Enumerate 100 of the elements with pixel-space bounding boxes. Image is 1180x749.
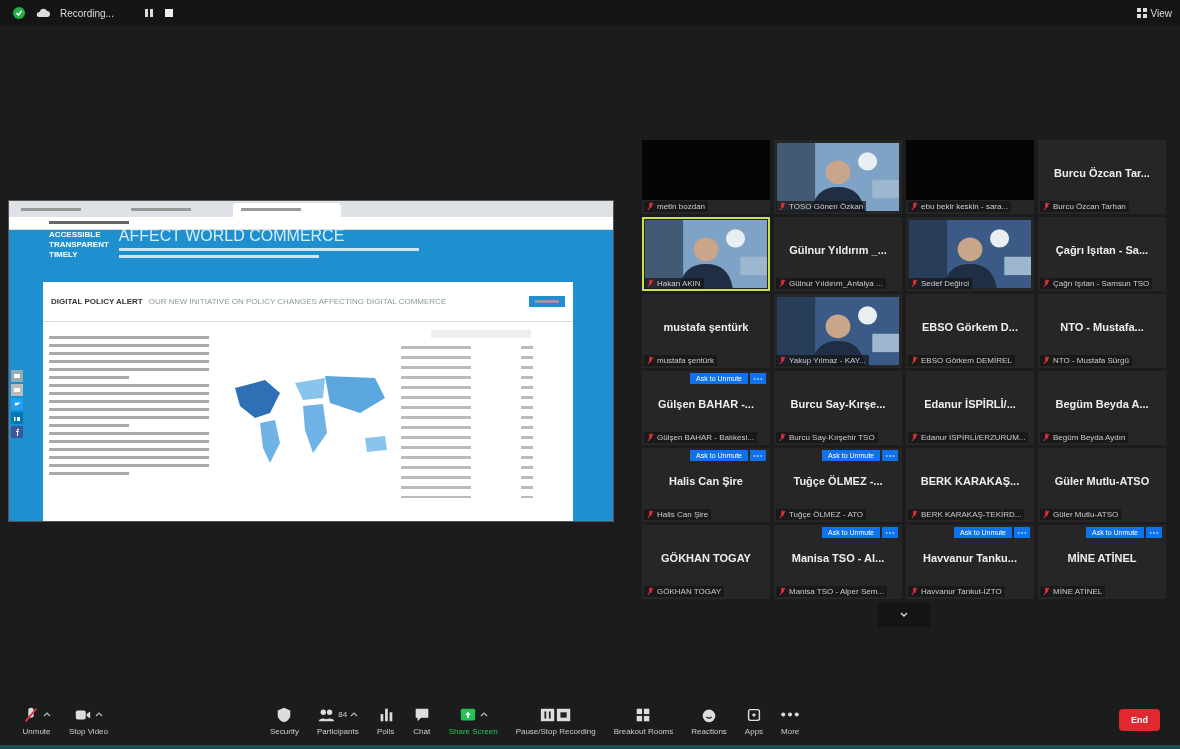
- more-options-button[interactable]: [1014, 527, 1030, 538]
- alert-title: DIGITAL POLICY ALERT: [51, 296, 143, 306]
- muted-mic-icon: [1043, 510, 1050, 519]
- participant-label: Havvanur Tankut-İZTO: [921, 587, 1002, 596]
- linkedin-icon[interactable]: [11, 411, 23, 424]
- muted-mic-icon: [779, 510, 786, 519]
- participant-name: mustafa şentürk: [663, 321, 749, 333]
- participant-label: MİNE ATİNEL: [1053, 587, 1103, 596]
- toolbar-button[interactable]: Apps: [742, 702, 766, 738]
- participant-label: Burcu Say-Kırşehir TSO: [789, 433, 875, 442]
- toolbar-button[interactable]: More: [779, 702, 802, 738]
- feature-label: ACCESSIBLE: [49, 229, 102, 240]
- end-button[interactable]: End: [1119, 709, 1160, 731]
- muted-mic-icon: [779, 279, 786, 288]
- caret-icon[interactable]: [95, 711, 103, 718]
- muted-mic-icon: [647, 279, 654, 288]
- toolbar-button[interactable]: Reactions: [689, 702, 729, 738]
- muted-mic-icon: [911, 510, 918, 519]
- email-icon[interactable]: [11, 383, 23, 396]
- muted-mic-icon: [911, 279, 918, 288]
- muted-mic-icon: [22, 705, 40, 724]
- alert-subtitle: OUR NEW INITIATIVE ON POLICY CHANGES AFFECTING DIGITAL COMMERCE: [148, 296, 447, 306]
- hero-title: AFFECT WORLD COMMERCE: [118, 227, 346, 243]
- feature-label: TRANSPARENT: [49, 239, 109, 250]
- toolbar-button[interactable]: Unmute: [20, 702, 53, 738]
- toolbar-button[interactable]: Chat: [410, 702, 433, 738]
- participant-label: Manisa TSO - Alper Sem...: [789, 587, 884, 596]
- muted-mic-icon: [911, 356, 918, 365]
- participant-name: Tuğçe ÖLMEZ -...: [793, 475, 883, 487]
- muted-mic-icon: [1043, 202, 1050, 211]
- browser-tab[interactable]: [233, 202, 341, 217]
- more-icon: [781, 712, 800, 717]
- more-icon: [753, 453, 763, 458]
- muted-mic-icon: [647, 510, 654, 519]
- participant-name: Burcu Say-Kırşe...: [790, 398, 886, 410]
- participant-name: MİNE ATİNEL: [1067, 552, 1137, 564]
- toolbar-button[interactable]: Share Screen: [446, 702, 500, 738]
- muted-mic-icon: [1043, 279, 1050, 288]
- participant-label: BERK KARAKAŞ-TEKİRD...: [921, 510, 1022, 519]
- muted-mic-icon: [911, 433, 918, 442]
- more-icon: [1149, 530, 1159, 535]
- bird-icon[interactable]: [11, 397, 23, 410]
- toolbar-button[interactable]: 84 Participants: [314, 702, 361, 738]
- muted-mic-icon: [647, 587, 654, 596]
- participant-label: NTO - Mustafa Sürgü: [1053, 356, 1129, 365]
- participant-name: Edanur İSPİRLİ/...: [924, 398, 1016, 410]
- more-options-button[interactable]: [1146, 527, 1162, 538]
- more-options-button[interactable]: [750, 450, 766, 461]
- grid-icon: [1136, 8, 1147, 18]
- toolbar-button[interactable]: Security: [268, 702, 301, 738]
- muted-mic-icon: [779, 356, 786, 365]
- facebook-icon[interactable]: [11, 425, 23, 438]
- share-icon[interactable]: [11, 369, 23, 382]
- participant-label: Begüm Beyda Aydın: [1053, 433, 1126, 442]
- muted-mic-icon: [647, 433, 654, 442]
- more-options-button[interactable]: [882, 527, 898, 538]
- participant-name: GÖKHAN TOGAY: [661, 552, 751, 564]
- read-more-button[interactable]: [529, 295, 565, 307]
- more-icon: [885, 453, 895, 458]
- participant-label: Sedef Değirci: [921, 279, 970, 288]
- more-options-button[interactable]: [750, 373, 766, 384]
- participant-name: Havvanur Tanku...: [923, 552, 1017, 564]
- muted-mic-icon: [911, 587, 918, 596]
- toolbar-button[interactable]: Stop Video: [67, 702, 110, 738]
- participant-name: Halis Can Şire: [669, 475, 743, 487]
- participant-label: Gülnur Yıldırım_Antalya ...: [789, 279, 883, 288]
- participant-name: Manisa TSO - Al...: [791, 552, 885, 564]
- participant-name: Güler Mutlu-ATSO: [1054, 475, 1150, 487]
- toolbar-button[interactable]: Breakout Rooms: [611, 702, 676, 738]
- caret-icon[interactable]: [350, 711, 359, 718]
- stop-icon[interactable]: [163, 8, 174, 18]
- participant-label: Burcu Özcan Tarhan: [1053, 202, 1126, 211]
- participant-label: ebu bekir keskin - sara...: [921, 202, 1009, 211]
- participant-name: NTO - Mustafa...: [1060, 321, 1144, 333]
- cloud-icon: [36, 6, 50, 20]
- participant-name: Gülşen BAHAR -...: [658, 398, 754, 410]
- participant-label: metin bozdan: [657, 202, 706, 211]
- participant-name: Begüm Beyda A...: [1055, 398, 1149, 410]
- toolbar-button[interactable]: Polls: [374, 702, 397, 738]
- muted-mic-icon: [779, 587, 786, 596]
- toolbar-button[interactable]: Pause/Stop Recording: [513, 702, 598, 738]
- participant-label: Hakan AKIN: [657, 279, 701, 288]
- participant-label: GÖKHAN TOGAY: [657, 587, 721, 596]
- caret-icon[interactable]: [479, 711, 488, 718]
- more-icon: [885, 530, 895, 535]
- more-icon: [753, 376, 763, 381]
- more-icon: [1017, 530, 1027, 535]
- more-options-button[interactable]: [882, 450, 898, 461]
- participant-label: Gülşen BAHAR - Balıkesi...: [657, 433, 754, 442]
- pause-icon[interactable]: [143, 8, 154, 18]
- caret-icon[interactable]: [43, 711, 51, 718]
- muted-mic-icon: [1043, 587, 1050, 596]
- shield-icon: [12, 6, 26, 20]
- view-button[interactable]: View: [1136, 7, 1172, 19]
- recording-status: Recording...: [60, 7, 114, 19]
- muted-mic-icon: [647, 202, 654, 211]
- muted-mic-icon: [1043, 356, 1050, 365]
- participant-name: Gülnur Yıldırım _...: [789, 244, 887, 256]
- muted-mic-icon: [779, 433, 786, 442]
- muted-mic-icon: [779, 202, 786, 211]
